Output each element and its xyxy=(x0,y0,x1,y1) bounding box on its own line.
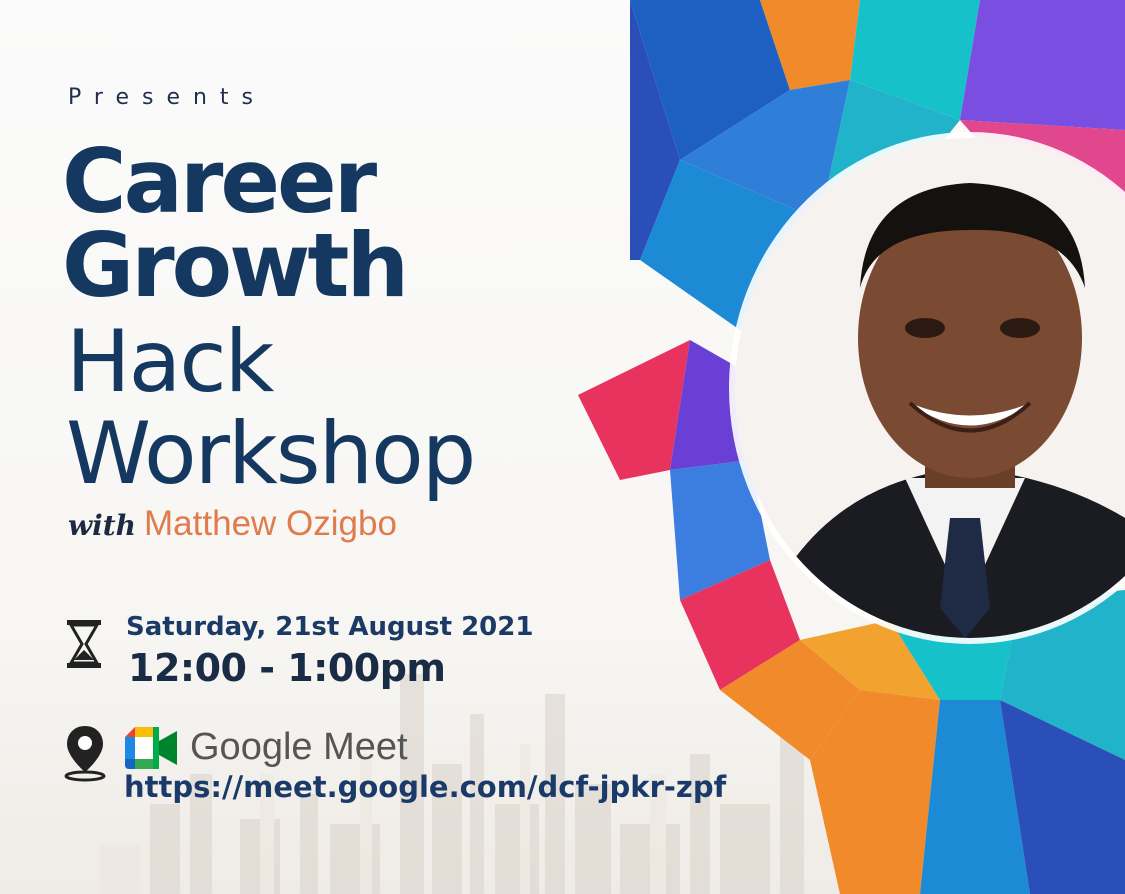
event-poster: Presents Career Growth Hack Workshop wit… xyxy=(0,0,1125,894)
title-line-workshop: Workshop xyxy=(66,404,476,504)
speaker-name: Matthew Ozigbo xyxy=(144,504,397,543)
with-word: with xyxy=(68,509,137,542)
platform-name: Google Meet xyxy=(190,726,408,768)
speaker-line: with Matthew Ozigbo xyxy=(68,502,397,548)
event-time: 12:00 - 1:00pm xyxy=(128,646,446,690)
title-line-growth: Growth xyxy=(62,214,409,317)
title-line-hack: Hack xyxy=(66,312,274,412)
hourglass-icon xyxy=(67,620,101,668)
meeting-link[interactable]: https://meet.google.com/dcf-jpkr-zpf xyxy=(124,770,726,804)
title-line-career: Career xyxy=(62,130,377,233)
location-pin-icon xyxy=(64,726,106,782)
presents-label: Presents xyxy=(68,85,267,110)
google-meet-icon xyxy=(125,727,177,769)
event-date: Saturday, 21st August 2021 xyxy=(126,612,534,642)
